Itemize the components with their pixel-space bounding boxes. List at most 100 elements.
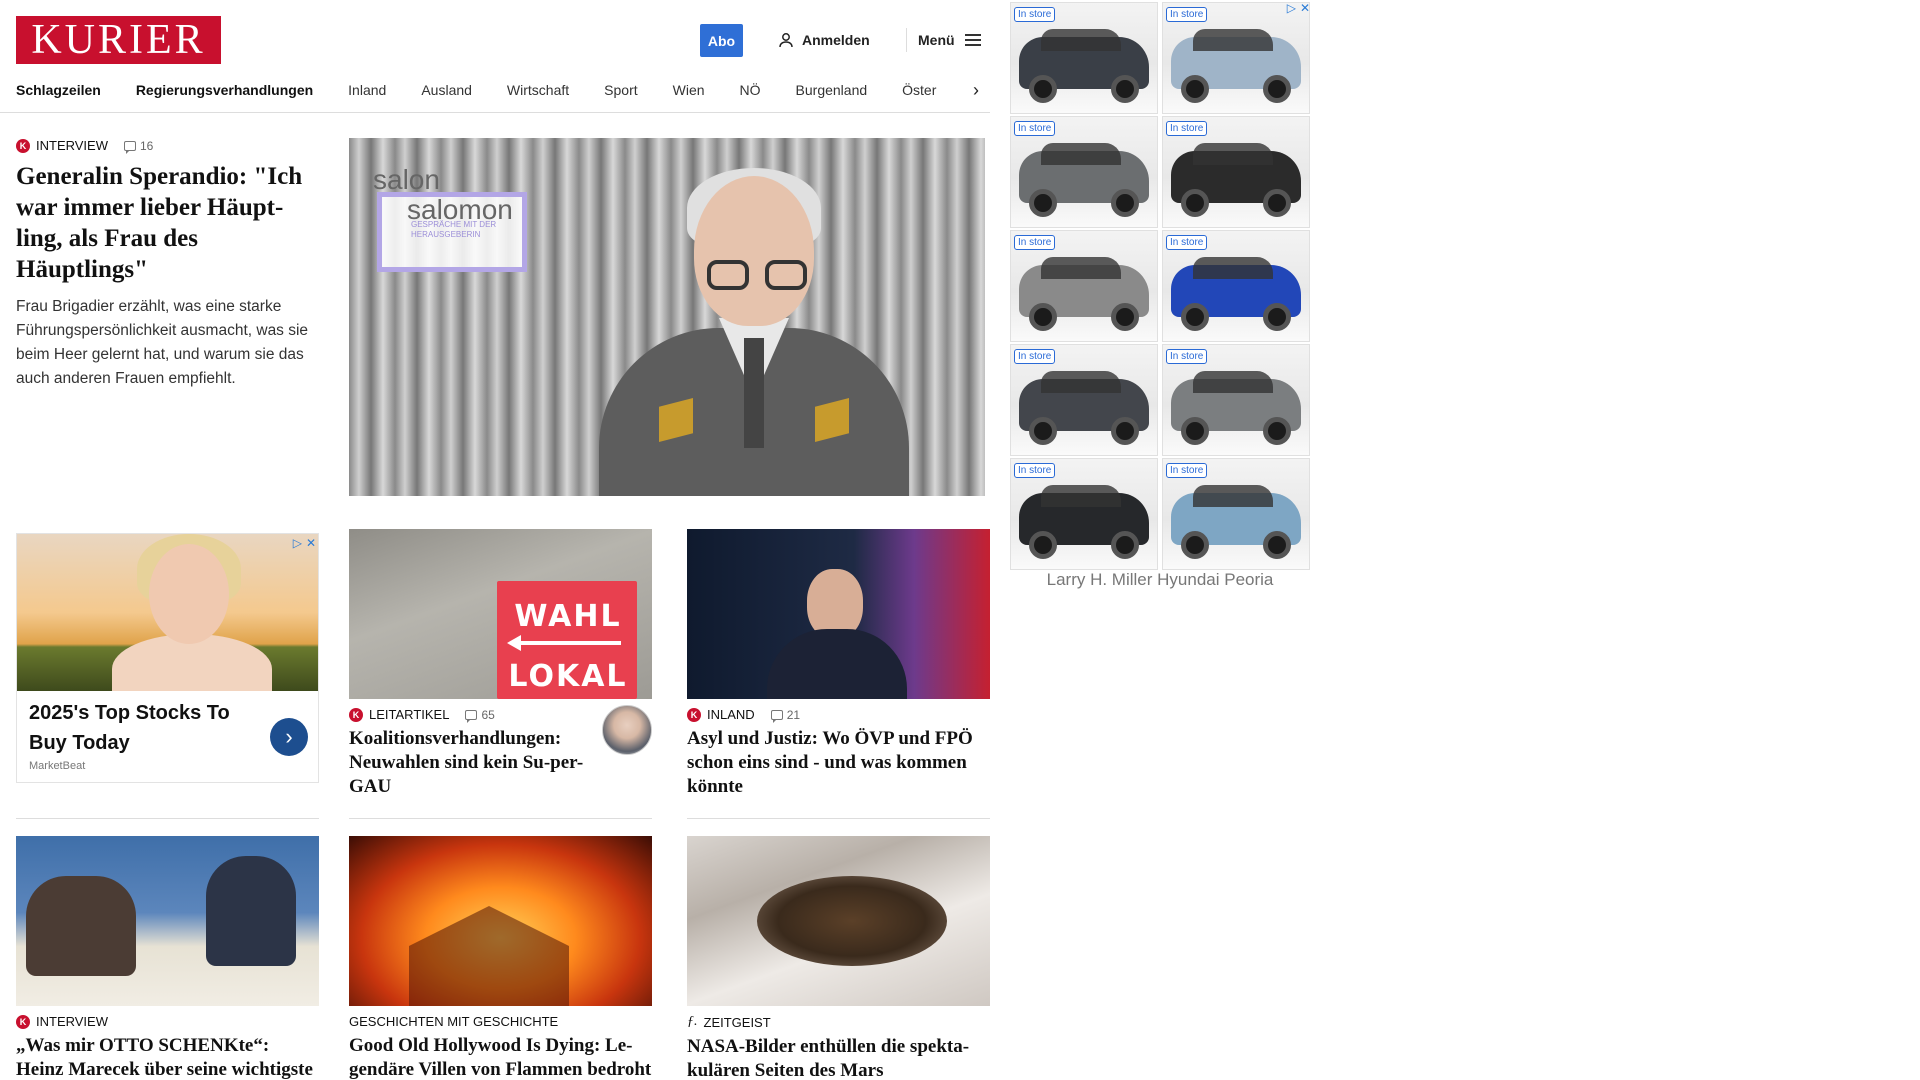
login-button[interactable]: Anmelden [778, 28, 870, 52]
article-image [349, 836, 652, 1006]
article-meta: ƒ. ZEITGEIST [687, 1014, 990, 1030]
comment-icon [465, 709, 478, 723]
close-icon[interactable]: ✕ [1300, 1, 1310, 15]
nav-item-sport[interactable]: Sport [604, 82, 637, 98]
article-meta: GESCHICHTEN MIT GESCHICHTE [349, 1014, 652, 1029]
in-store-badge: In store [1014, 7, 1056, 22]
car-tile[interactable]: In store [1010, 458, 1158, 570]
close-icon[interactable]: ✕ [306, 536, 316, 550]
section-nav: Schlagzeilen Regierungsverhandlungen Inl… [16, 76, 984, 104]
car-tile[interactable]: In store [1162, 344, 1310, 456]
in-store-badge: In store [1014, 463, 1056, 478]
comment-count-value: 16 [140, 138, 154, 153]
car-tile[interactable]: In store [1010, 230, 1158, 342]
adchoices-icon[interactable]: ▷ ✕ [1287, 1, 1310, 15]
article-card[interactable]: WAHL LOKAL K LEITARTIKEL 65 Koalitionsve… [349, 529, 652, 799]
lead-article[interactable]: K INTERVIEW 16 Generalin Sperandio: "Ich… [16, 138, 321, 391]
car-tile[interactable]: In store [1162, 2, 1310, 114]
article-image [687, 529, 990, 699]
car-grid: In store In store In store In store In store… [1010, 2, 1310, 570]
nav-item-wirtschaft[interactable]: Wirtschaft [507, 82, 569, 98]
nav-item-regierungsverhandlungen[interactable]: Regierungsverhandlungen [136, 82, 313, 98]
side-display-ad[interactable]: In store In store In store In store In store… [1010, 0, 1310, 616]
car-tile[interactable]: In store [1010, 2, 1158, 114]
car-tile[interactable]: In store [1162, 230, 1310, 342]
article-headline[interactable]: Asyl und Justiz: Wo ÖVP und FPÖ schon ei… [687, 727, 990, 799]
divider [687, 818, 990, 819]
in-store-badge: In store [1166, 235, 1208, 250]
header-divider [906, 28, 907, 52]
nav-item-wien[interactable]: Wien [673, 82, 705, 98]
article-headline[interactable]: Koalitionsverhandlungen: Neuwahlen sind … [349, 727, 589, 799]
article-category: ZEITGEIST [703, 1014, 771, 1030]
kurier-plus-icon: K [687, 707, 701, 722]
comment-count[interactable]: 21 [770, 707, 801, 723]
nav-item-ausland[interactable]: Ausland [421, 82, 472, 98]
article-card[interactable]: ƒ. ZEITGEIST NASA-Bilder enthüllen die s… [687, 836, 990, 1080]
zeitgeist-icon: ƒ. [687, 1014, 698, 1029]
article-category: INLAND [707, 707, 755, 722]
nav-item-schlagzeilen[interactable]: Schlagzeilen [16, 82, 101, 98]
nav-scroll-right-icon[interactable]: › [968, 76, 984, 104]
header-divider-line [0, 112, 990, 113]
article-headline[interactable]: Good Old Hollywood Is Dying: Le-gendäre … [349, 1034, 652, 1080]
menu-button[interactable]: Menü [918, 28, 981, 52]
article-card[interactable]: K INLAND 21 Asyl und Justiz: Wo ÖVP und … [687, 529, 990, 799]
car-tile[interactable]: In store [1162, 116, 1310, 228]
author-avatar[interactable] [602, 705, 652, 755]
sponsored-ad[interactable]: ▷ ✕ 2025's Top Stocks To Buy Today Marke… [16, 533, 319, 783]
comment-count-value: 21 [786, 707, 801, 722]
adchoices-icon[interactable]: ▷ ✕ [293, 536, 316, 550]
kurier-logo[interactable]: KURIER [16, 16, 221, 64]
sign-text-bottom: LOKAL [508, 659, 628, 694]
hamburger-icon [964, 34, 981, 46]
article-headline[interactable]: NASA-Bilder enthüllen die spekta-kulären… [687, 1035, 990, 1080]
comment-icon [124, 140, 136, 154]
article-category: INTERVIEW [36, 138, 108, 153]
nav-item-noe[interactable]: NÖ [740, 82, 761, 98]
ad-image: ▷ ✕ [17, 534, 318, 691]
ad-arrow-button[interactable]: › [270, 718, 308, 756]
abo-button[interactable]: Abo [700, 24, 743, 57]
article-image: WAHL LOKAL [349, 529, 652, 699]
user-icon [779, 33, 793, 48]
divider [16, 818, 319, 819]
in-store-badge: In store [1166, 121, 1208, 136]
car-tile[interactable]: In store [1010, 116, 1158, 228]
nav-item-burgenland[interactable]: Burgenland [796, 82, 868, 98]
article-card[interactable]: K INTERVIEW „Was mir OTTO SCHENKte“: Hei… [16, 836, 319, 1080]
sign-text-top: WAHL [514, 599, 622, 634]
in-store-badge: In store [1166, 463, 1208, 478]
logo-word-salon: salon [373, 164, 440, 195]
in-store-badge: In store [1166, 349, 1208, 364]
car-tile[interactable]: In store [1162, 458, 1310, 570]
in-store-badge: In store [1014, 349, 1056, 364]
nav-item-oesterreich[interactable]: Öster [902, 82, 936, 98]
login-label: Anmelden [802, 32, 870, 48]
portrait [599, 158, 909, 496]
ad-headline[interactable]: 2025's Top Stocks To Buy Today [29, 698, 249, 758]
divider [349, 818, 652, 819]
article-category: LEITARTIKEL [369, 707, 450, 722]
article-headline[interactable]: „Was mir OTTO SCHENKte“: Heinz Marecek ü… [16, 1034, 319, 1080]
election-sign: WAHL LOKAL [497, 581, 637, 699]
menu-label: Menü [918, 32, 955, 48]
article-meta: K INTERVIEW 16 [16, 138, 321, 154]
nav-item-inland[interactable]: Inland [348, 82, 386, 98]
car-tile[interactable]: In store [1010, 344, 1158, 456]
comment-count[interactable]: 65 [465, 707, 495, 723]
in-store-badge: In store [1014, 121, 1056, 136]
article-image [16, 836, 319, 1006]
kurier-plus-icon: K [16, 1014, 30, 1029]
article-image [687, 836, 990, 1006]
ad-dealer-name[interactable]: Larry H. Miller Hyundai Peoria [1010, 570, 1310, 590]
comment-count-value: 65 [481, 707, 495, 722]
comment-count[interactable]: 16 [124, 138, 154, 154]
logo-subtitle: GESPRÄCHE MIT DER HERAUSGEBERIN [411, 220, 497, 239]
article-card[interactable]: GESCHICHTEN MIT GESCHICHTE Good Old Holl… [349, 836, 652, 1080]
lead-image[interactable]: salon salomon GESPRÄCHE MIT DER HERAUSGE… [349, 138, 985, 496]
ad-brand: MarketBeat [29, 760, 86, 772]
lead-headline[interactable]: Generalin Sperandio: "Ich war immer lieb… [16, 161, 321, 285]
kurier-plus-icon: K [349, 707, 363, 722]
in-store-badge: In store [1166, 7, 1208, 22]
